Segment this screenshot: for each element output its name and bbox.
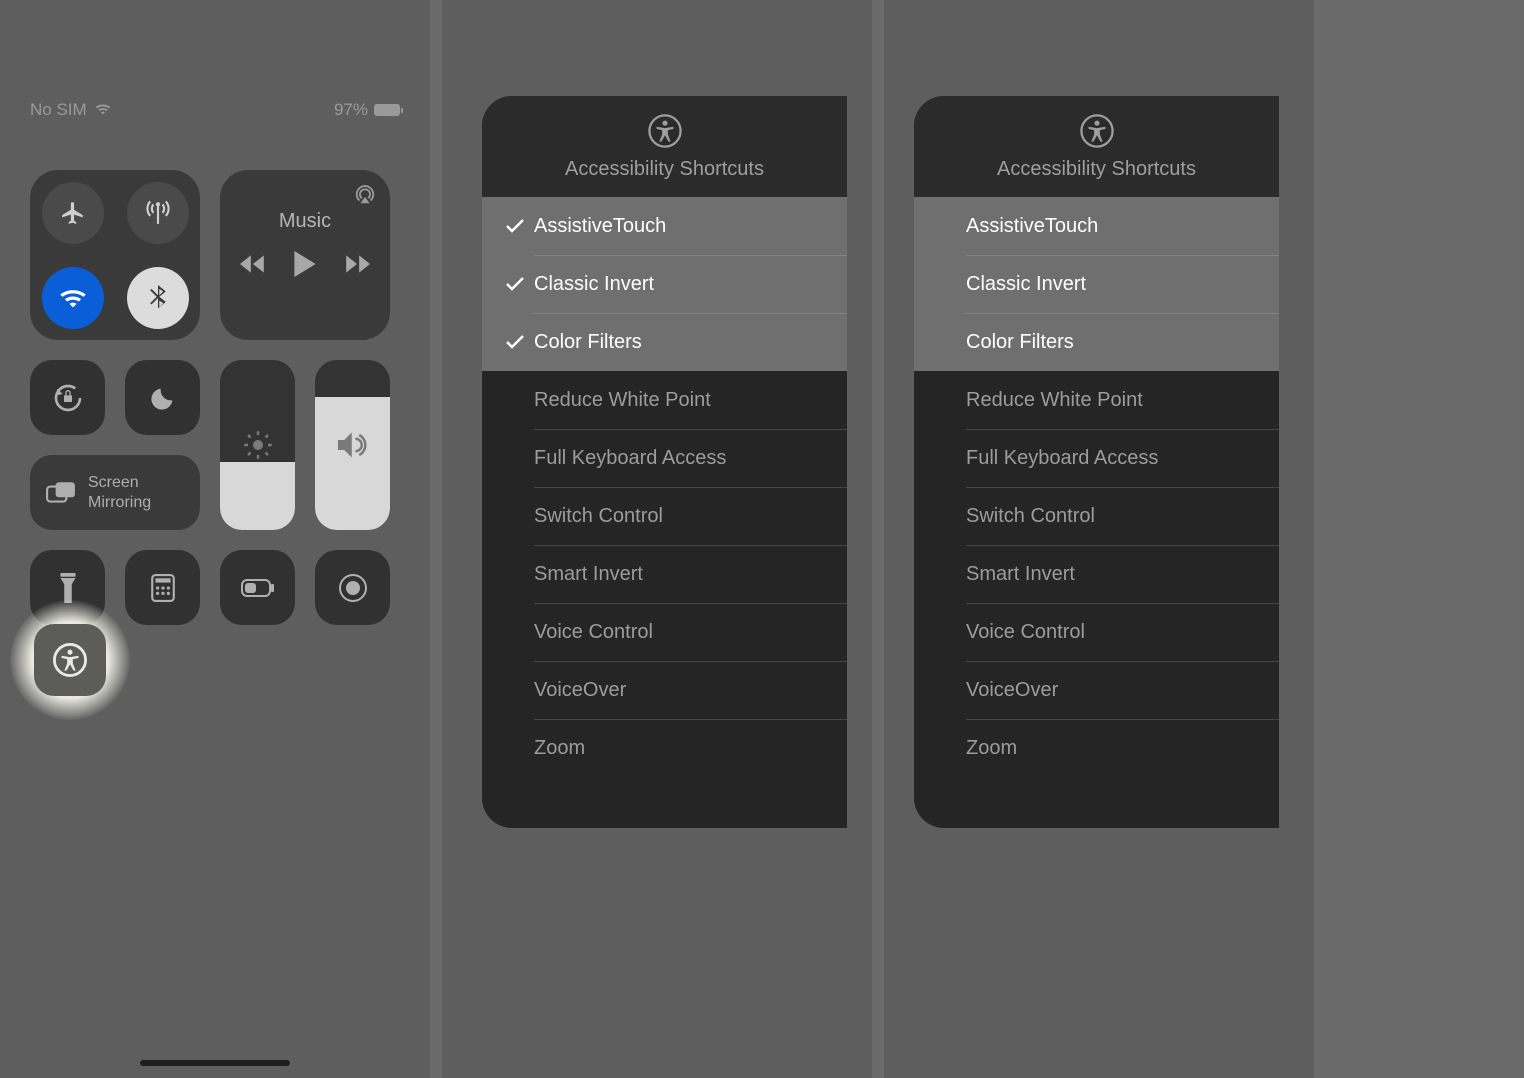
media-controls [240, 251, 370, 277]
bluetooth-toggle[interactable] [127, 267, 189, 329]
checkmark-icon [500, 219, 530, 233]
shortcut-item-voiceover[interactable]: VoiceOver [914, 661, 1279, 719]
battery-toggle-icon [241, 579, 275, 597]
shortcut-item-assistivetouch[interactable]: AssistiveTouch [914, 197, 1279, 255]
cellular-data-toggle[interactable] [127, 182, 189, 244]
brightness-icon [243, 430, 273, 460]
accessibility-icon [53, 643, 87, 677]
shortcut-item-color-filters[interactable]: Color Filters [482, 313, 847, 371]
moon-icon [149, 384, 177, 412]
status-bar: No SIM 97% [0, 60, 430, 160]
shortcut-item-smart-invert[interactable]: Smart Invert [914, 545, 1279, 603]
calculator-button[interactable] [125, 550, 200, 625]
screen-mirroring-label: Screen Mirroring [88, 473, 151, 511]
antenna-icon [145, 200, 171, 226]
volume-icon [338, 432, 368, 458]
wifi-icon [59, 287, 87, 309]
shortcut-item-reduce-white-point[interactable]: Reduce White Point [914, 371, 1279, 429]
previous-track-button[interactable] [240, 254, 266, 274]
record-icon [338, 573, 368, 603]
flashlight-icon [59, 573, 77, 603]
shortcut-item-voiceover[interactable]: VoiceOver [482, 661, 847, 719]
play-button[interactable] [294, 251, 316, 277]
airplane-mode-toggle[interactable] [42, 182, 104, 244]
screen-record-button[interactable] [315, 550, 390, 625]
rotation-lock-toggle[interactable] [30, 360, 105, 435]
shortcut-item-switch-control[interactable]: Switch Control [482, 487, 847, 545]
accessibility-shortcuts-without-checks: Accessibility Shortcuts AssistiveTouch C… [884, 0, 1314, 1078]
accessibility-shortcuts-with-checks: Accessibility Shortcuts AssistiveTouch C… [442, 0, 872, 1078]
shortcut-item-switch-control[interactable]: Switch Control [914, 487, 1279, 545]
status-right: 97% [334, 100, 400, 120]
accessibility-icon [1080, 114, 1114, 148]
screen-mirroring-icon [46, 480, 76, 506]
shortcut-item-full-keyboard-access[interactable]: Full Keyboard Access [914, 429, 1279, 487]
card-title: Accessibility Shortcuts [997, 158, 1196, 181]
brightness-slider[interactable] [220, 360, 295, 530]
shortcut-list: AssistiveTouch Classic Invert Color Filt… [482, 197, 847, 777]
next-track-button[interactable] [344, 254, 370, 274]
wifi-toggle[interactable] [42, 267, 104, 329]
shortcut-item-classic-invert[interactable]: Classic Invert [482, 255, 847, 313]
shortcut-item-color-filters[interactable]: Color Filters [914, 313, 1279, 371]
now-playing-label: Music [279, 210, 331, 233]
shortcut-item-full-keyboard-access[interactable]: Full Keyboard Access [482, 429, 847, 487]
now-playing-tile[interactable]: Music [220, 170, 390, 340]
shortcut-item-voice-control[interactable]: Voice Control [482, 603, 847, 661]
control-center-grid: Music [0, 170, 430, 340]
calculator-icon [150, 574, 176, 602]
airplay-icon[interactable] [354, 184, 376, 206]
card-header: Accessibility Shortcuts [482, 96, 847, 197]
battery-percent: 97% [334, 100, 368, 120]
accessibility-shortcut-button[interactable] [34, 624, 106, 696]
battery-icon [374, 104, 400, 116]
screen-mirroring-button[interactable]: Screen Mirroring [30, 455, 200, 530]
accessibility-icon [648, 114, 682, 148]
control-center-screenshot: No SIM 97% [0, 0, 430, 1078]
shortcut-item-zoom[interactable]: Zoom [482, 719, 847, 777]
shortcut-list: AssistiveTouch Classic Invert Color Filt… [914, 197, 1279, 777]
accessibility-shortcut-highlight [10, 600, 130, 720]
volume-slider[interactable] [315, 360, 390, 530]
card-title: Accessibility Shortcuts [565, 158, 764, 181]
airplane-icon [60, 200, 86, 226]
accessibility-shortcuts-card: Accessibility Shortcuts AssistiveTouch C… [914, 96, 1279, 828]
card-header: Accessibility Shortcuts [914, 96, 1279, 197]
home-indicator[interactable] [140, 1060, 290, 1066]
shortcut-item-assistivetouch[interactable]: AssistiveTouch [482, 197, 847, 255]
checkmark-icon [500, 277, 530, 291]
carrier-text: No SIM [30, 100, 87, 119]
do-not-disturb-toggle[interactable] [125, 360, 200, 435]
shortcut-item-zoom[interactable]: Zoom [914, 719, 1279, 777]
low-power-mode-toggle[interactable] [220, 550, 295, 625]
shortcut-item-voice-control[interactable]: Voice Control [914, 603, 1279, 661]
wifi-status-icon [95, 103, 111, 115]
checkmark-icon [500, 335, 530, 349]
rotation-lock-icon [52, 382, 84, 414]
shortcut-item-classic-invert[interactable]: Classic Invert [914, 255, 1279, 313]
shortcut-item-reduce-white-point[interactable]: Reduce White Point [482, 371, 847, 429]
bluetooth-icon [150, 285, 166, 311]
shortcut-item-smart-invert[interactable]: Smart Invert [482, 545, 847, 603]
status-left: No SIM [30, 100, 111, 120]
connectivity-tile[interactable] [30, 170, 200, 340]
accessibility-shortcuts-card: Accessibility Shortcuts AssistiveTouch C… [482, 96, 847, 828]
